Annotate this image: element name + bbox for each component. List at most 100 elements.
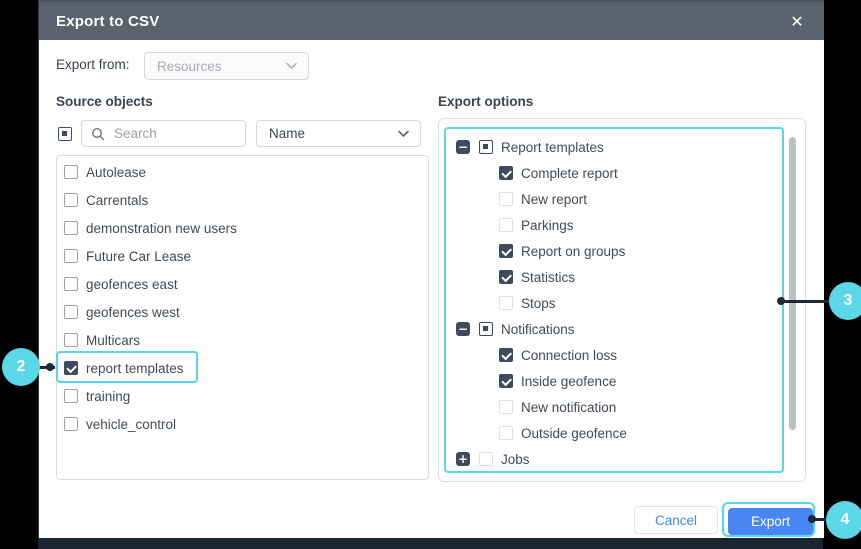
checkbox[interactable] [479,140,493,154]
cancel-button[interactable]: Cancel [634,506,718,534]
checkbox[interactable] [64,417,78,431]
tree-item[interactable]: Report on groups [446,238,782,264]
list-item-label: demonstration new users [86,221,237,236]
checkbox[interactable] [499,348,513,362]
tree-item-label: Jobs [501,452,530,467]
tree-item-label: Complete report [521,166,618,181]
checkbox[interactable] [64,193,78,207]
callout-2-dot [46,363,54,371]
search-box[interactable] [81,120,246,147]
tree-item-label: New notification [521,400,616,415]
list-item-label: report templates [86,361,184,376]
checkbox[interactable] [499,270,513,284]
checkbox[interactable] [499,296,513,310]
callout-3-line [782,300,832,303]
tree-item-label: Connection loss [521,348,617,363]
checkbox[interactable] [479,452,493,466]
tree-item[interactable]: Outside geofence [446,420,782,446]
sort-by-select[interactable]: Name [256,120,421,147]
list-item[interactable]: vehicle_control [57,410,428,438]
export-from-label: Export from: [56,57,130,72]
checkbox[interactable] [64,305,78,319]
export-from-select[interactable]: Resources [144,52,309,80]
tree-item-label: New report [521,192,587,207]
tree-item[interactable]: + Jobs [446,446,782,472]
checkbox[interactable] [64,361,78,375]
tree-item[interactable]: Parkings [446,212,782,238]
list-item[interactable]: Future Car Lease [57,242,428,270]
callout-2-number: 2 [17,358,26,376]
checkbox[interactable] [64,221,78,235]
tree-item-label: Inside geofence [521,374,616,389]
dialog-header: Export to CSV ✕ [39,0,824,40]
tree-item-label: Outside geofence [521,426,627,441]
list-item[interactable]: demonstration new users [57,214,428,242]
list-item[interactable]: geofences east [57,270,428,298]
export-button-highlight: Export [722,502,815,537]
expand-icon[interactable]: + [456,452,470,466]
checkbox[interactable] [499,244,513,258]
dialog-title: Export to CSV [56,13,159,30]
list-item[interactable]: geofences west [57,298,428,326]
select-all-checkbox[interactable] [58,127,72,141]
export-to-csv-dialog: Export to CSV ✕ Export from: Resources S… [38,0,824,538]
export-options-tree: − Report templates Complete report New repo… [444,127,784,473]
list-item-label: vehicle_control [86,417,176,432]
list-item[interactable]: Multicars [57,326,428,354]
tree-item[interactable]: − Notifications [446,316,782,342]
list-item-label: training [86,389,130,404]
callout-3-number: 3 [844,292,853,310]
list-item[interactable]: report templates [57,354,428,382]
checkbox[interactable] [499,426,513,440]
list-item-label: Future Car Lease [86,249,191,264]
checkbox[interactable] [64,277,78,291]
callout-3-badge: 3 [829,282,861,320]
callout-4-dot [808,515,816,523]
close-icon[interactable]: ✕ [784,9,810,35]
list-item-label: geofences east [86,277,178,292]
tree-item-label: Report on groups [521,244,625,259]
tree-item[interactable]: Complete report [446,160,782,186]
list-item[interactable]: training [57,382,428,410]
callout-4-number: 4 [841,511,850,529]
export-button[interactable]: Export [728,508,813,535]
checkbox[interactable] [64,165,78,179]
tree-item[interactable]: − Report templates [446,134,782,160]
checkbox[interactable] [499,400,513,414]
list-item-label: Carrentals [86,193,148,208]
callout-4-badge: 4 [826,501,861,539]
checkbox[interactable] [479,322,493,336]
checkbox[interactable] [499,166,513,180]
callout-2-badge: 2 [2,348,40,386]
list-item[interactable]: Autolease [57,158,428,186]
tree-item[interactable]: Connection loss [446,342,782,368]
tree-item[interactable]: Inside geofence [446,368,782,394]
checkbox[interactable] [64,249,78,263]
dialog-bottom-edge [38,538,823,549]
list-item[interactable]: Carrentals [57,186,428,214]
search-input[interactable] [112,125,231,142]
checkbox[interactable] [499,192,513,206]
export-from-value: Resources [157,59,222,74]
collapse-icon[interactable]: − [456,140,470,154]
tree-item[interactable]: Statistics [446,264,782,290]
tree-item-label: Report templates [501,140,604,155]
tree-item-label: Parkings [521,218,574,233]
export-options-heading: Export options [438,94,533,109]
checkbox[interactable] [64,333,78,347]
tree-item[interactable]: New notification [446,394,782,420]
sort-by-value: Name [269,126,305,141]
checkbox[interactable] [499,218,513,232]
tree-item[interactable]: New report [446,186,782,212]
search-icon [91,127,105,141]
collapse-icon[interactable]: − [456,322,470,336]
list-item-label: geofences west [86,305,180,320]
scrollbar-thumb[interactable] [789,137,796,430]
callout-3-dot [777,297,785,305]
checkbox[interactable] [499,374,513,388]
list-item-label: Autolease [86,165,146,180]
tree-item[interactable]: Stops [446,290,782,316]
chevron-down-icon [286,63,297,70]
checkbox[interactable] [64,389,78,403]
tree-item-label: Notifications [501,322,575,337]
